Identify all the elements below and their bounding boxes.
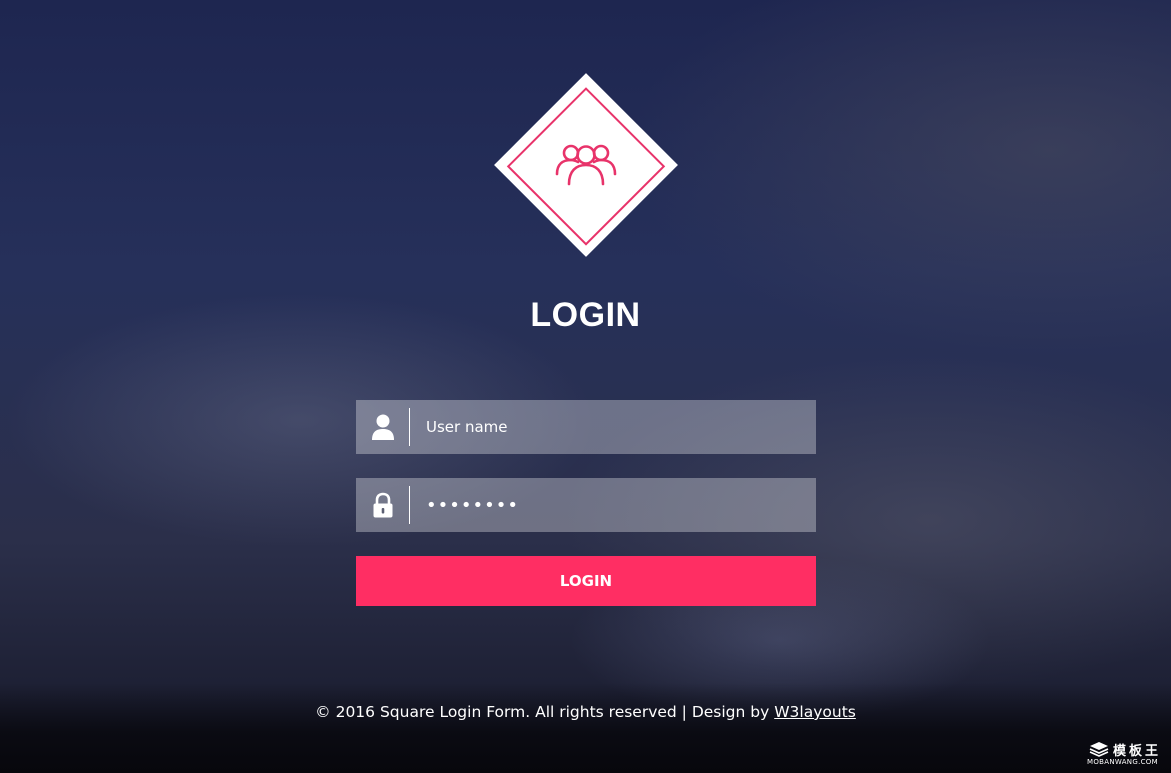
password-field xyxy=(356,478,816,532)
watermark-logo-icon xyxy=(1089,742,1109,757)
password-input[interactable] xyxy=(426,478,806,532)
field-divider xyxy=(409,408,410,446)
username-input[interactable] xyxy=(426,400,806,454)
page-title: LOGIN xyxy=(530,296,641,334)
watermark-url: MOBANWANG.COM xyxy=(1087,758,1158,766)
user-icon xyxy=(372,414,394,440)
login-button[interactable]: LOGIN xyxy=(356,556,816,606)
footer-copyright: © 2016 Square Login Form. All rights res… xyxy=(0,703,1171,721)
w3layouts-link[interactable]: W3layouts xyxy=(774,703,856,721)
watermark: 模板王 MOBANWANG.COM xyxy=(1087,739,1163,767)
field-divider xyxy=(409,486,410,524)
logo-badge xyxy=(494,73,678,257)
background-horizon xyxy=(0,683,1171,773)
watermark-name: 模板王 xyxy=(1113,744,1162,759)
footer-text: © 2016 Square Login Form. All rights res… xyxy=(315,703,775,721)
lock-icon xyxy=(373,492,393,518)
users-group-icon xyxy=(555,144,617,186)
username-field xyxy=(356,400,816,454)
